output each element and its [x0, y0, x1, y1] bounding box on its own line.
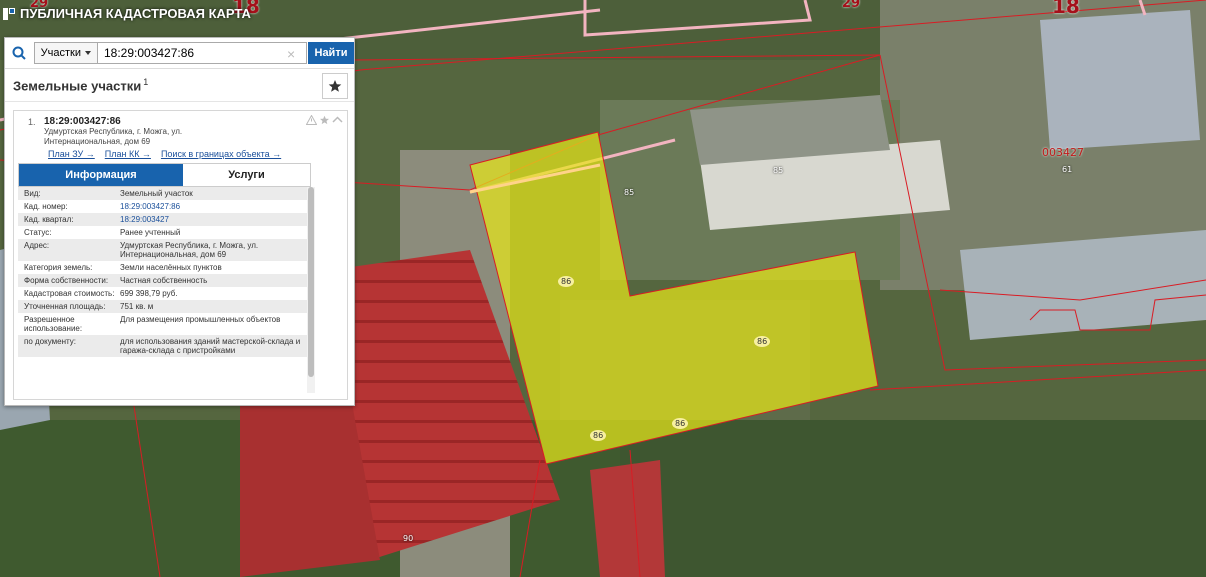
property-value[interactable]: 18:29:003427 [120, 215, 309, 224]
property-key: Уточненная площадь: [24, 302, 106, 311]
property-row: Форма собственности: Частная собственност… [18, 274, 309, 287]
search-input[interactable] [97, 42, 307, 64]
property-row: Статус: Ранее учтенный [18, 226, 309, 239]
property-key: Форма собственности: [24, 276, 109, 285]
search-type-select[interactable]: Участки [33, 42, 98, 64]
tab-information[interactable]: Информация [19, 164, 183, 186]
property-value: Земли населённых пунктов [120, 263, 222, 272]
property-row: Разрешенное использование: Для размещения… [18, 313, 309, 335]
property-key: Кад. номер: [24, 202, 68, 211]
favorite-button[interactable] [322, 73, 348, 99]
result-tabs: Информация Услуги [18, 163, 311, 187]
map-label-18: 18 [1052, 0, 1080, 18]
result-address: Удмуртская Республика, г. Можга, ул. Инт… [44, 127, 183, 146]
property-value: Для размещения промышленных объектов [120, 315, 281, 324]
search-in-bounds-link[interactable]: Поиск в границах объекта → [161, 149, 281, 159]
property-key: Адрес: [24, 241, 50, 250]
results-title: Земельные участки 1 [13, 77, 148, 93]
property-value: для использования зданий мастерской-скла… [120, 337, 301, 355]
quarter-number-label: 003427 [1042, 146, 1084, 159]
star-icon [328, 80, 342, 92]
plan-zu-link[interactable]: План ЗУ → [48, 149, 95, 159]
property-key: Категория земель: [24, 263, 93, 272]
results-title-text: Земельные участки [13, 78, 142, 94]
property-row: Адрес: Удмуртская Республика, г. Можга, у… [18, 239, 309, 261]
result-cad-number[interactable]: 18:29:003427:86 [44, 116, 121, 127]
map-label-29: 29 [842, 0, 861, 11]
search-panel: Участки × Найти Земельные участки1 1. 18… [4, 37, 355, 406]
parcel-number-label: 85 [624, 188, 635, 197]
parcel-number-label: 61 [1062, 165, 1073, 174]
tab-services[interactable]: Услуги [183, 164, 310, 186]
property-value: 699 398,79 руб. [120, 289, 178, 298]
results-count: 1 [143, 77, 149, 87]
property-value: Ранее учтенный [120, 228, 181, 237]
result-links: План ЗУ → План КК → Поиск в границах объ… [48, 149, 281, 159]
property-value[interactable]: 18:29:003427:86 [120, 202, 309, 211]
warning-icon[interactable] [306, 115, 317, 125]
close-icon[interactable]: × [287, 46, 295, 62]
property-scrollbar[interactable] [307, 187, 315, 393]
property-row: Уточненная площадь: 751 кв. м [18, 300, 309, 313]
property-value: Удмуртская Республика, г. Можга, ул. Инт… [120, 241, 259, 259]
find-button[interactable]: Найти [307, 42, 354, 64]
property-row: Кад. квартал: 18:29:003427 [18, 213, 309, 226]
chevron-down-icon [84, 51, 91, 55]
app-title: ПУБЛИЧНАЯ КАДАСТРОВАЯ КАРТА [2, 6, 251, 21]
property-key: по документу: [24, 337, 76, 346]
property-key: Разрешенное использование: [24, 315, 83, 333]
property-table: Вид: Земельный участок Кад. номер: 18:29:00… [18, 187, 309, 393]
property-key: Кад. квартал: [24, 215, 74, 224]
property-value: Земельный участок [120, 189, 193, 198]
search-type-label: Участки [40, 47, 81, 59]
map-marker-logo-icon [2, 7, 16, 21]
results-header: Земельные участки 1 [5, 69, 354, 102]
result-card: 1. 18:29:003427:86 Удмуртская Республика… [13, 110, 348, 400]
property-key: Вид: [24, 189, 41, 198]
property-row: Вид: Земельный участок [18, 187, 309, 200]
search-icon[interactable] [5, 38, 34, 68]
property-row: Кадастровая стоимость: 699 398,79 руб. [18, 287, 309, 300]
chevron-up-icon[interactable] [332, 115, 343, 125]
property-row: по документу: для использования зданий ма… [18, 335, 309, 357]
parcel-number-label: 85 [773, 166, 784, 175]
result-card-header[interactable]: 1. 18:29:003427:86 Удмуртская Республика… [14, 111, 347, 167]
property-row: Категория земель: Земли населённых пункто… [18, 261, 309, 274]
result-actions [306, 115, 343, 125]
property-key: Статус: [24, 228, 52, 237]
search-bar: Участки × Найти [5, 38, 354, 69]
property-value: 751 кв. м [120, 302, 154, 311]
star-icon[interactable] [319, 115, 330, 125]
plan-kk-link[interactable]: План КК → [105, 149, 151, 159]
scrollbar-thumb[interactable] [308, 187, 314, 377]
property-key: Кадастровая стоимость: [24, 289, 115, 298]
property-row: Кад. номер: 18:29:003427:86 [18, 200, 309, 213]
parcel-number-label: 90 [403, 534, 414, 543]
app-title-text: ПУБЛИЧНАЯ КАДАСТРОВАЯ КАРТА [20, 6, 251, 21]
property-value: Частная собственность [120, 276, 208, 285]
result-index: 1. [28, 117, 36, 127]
